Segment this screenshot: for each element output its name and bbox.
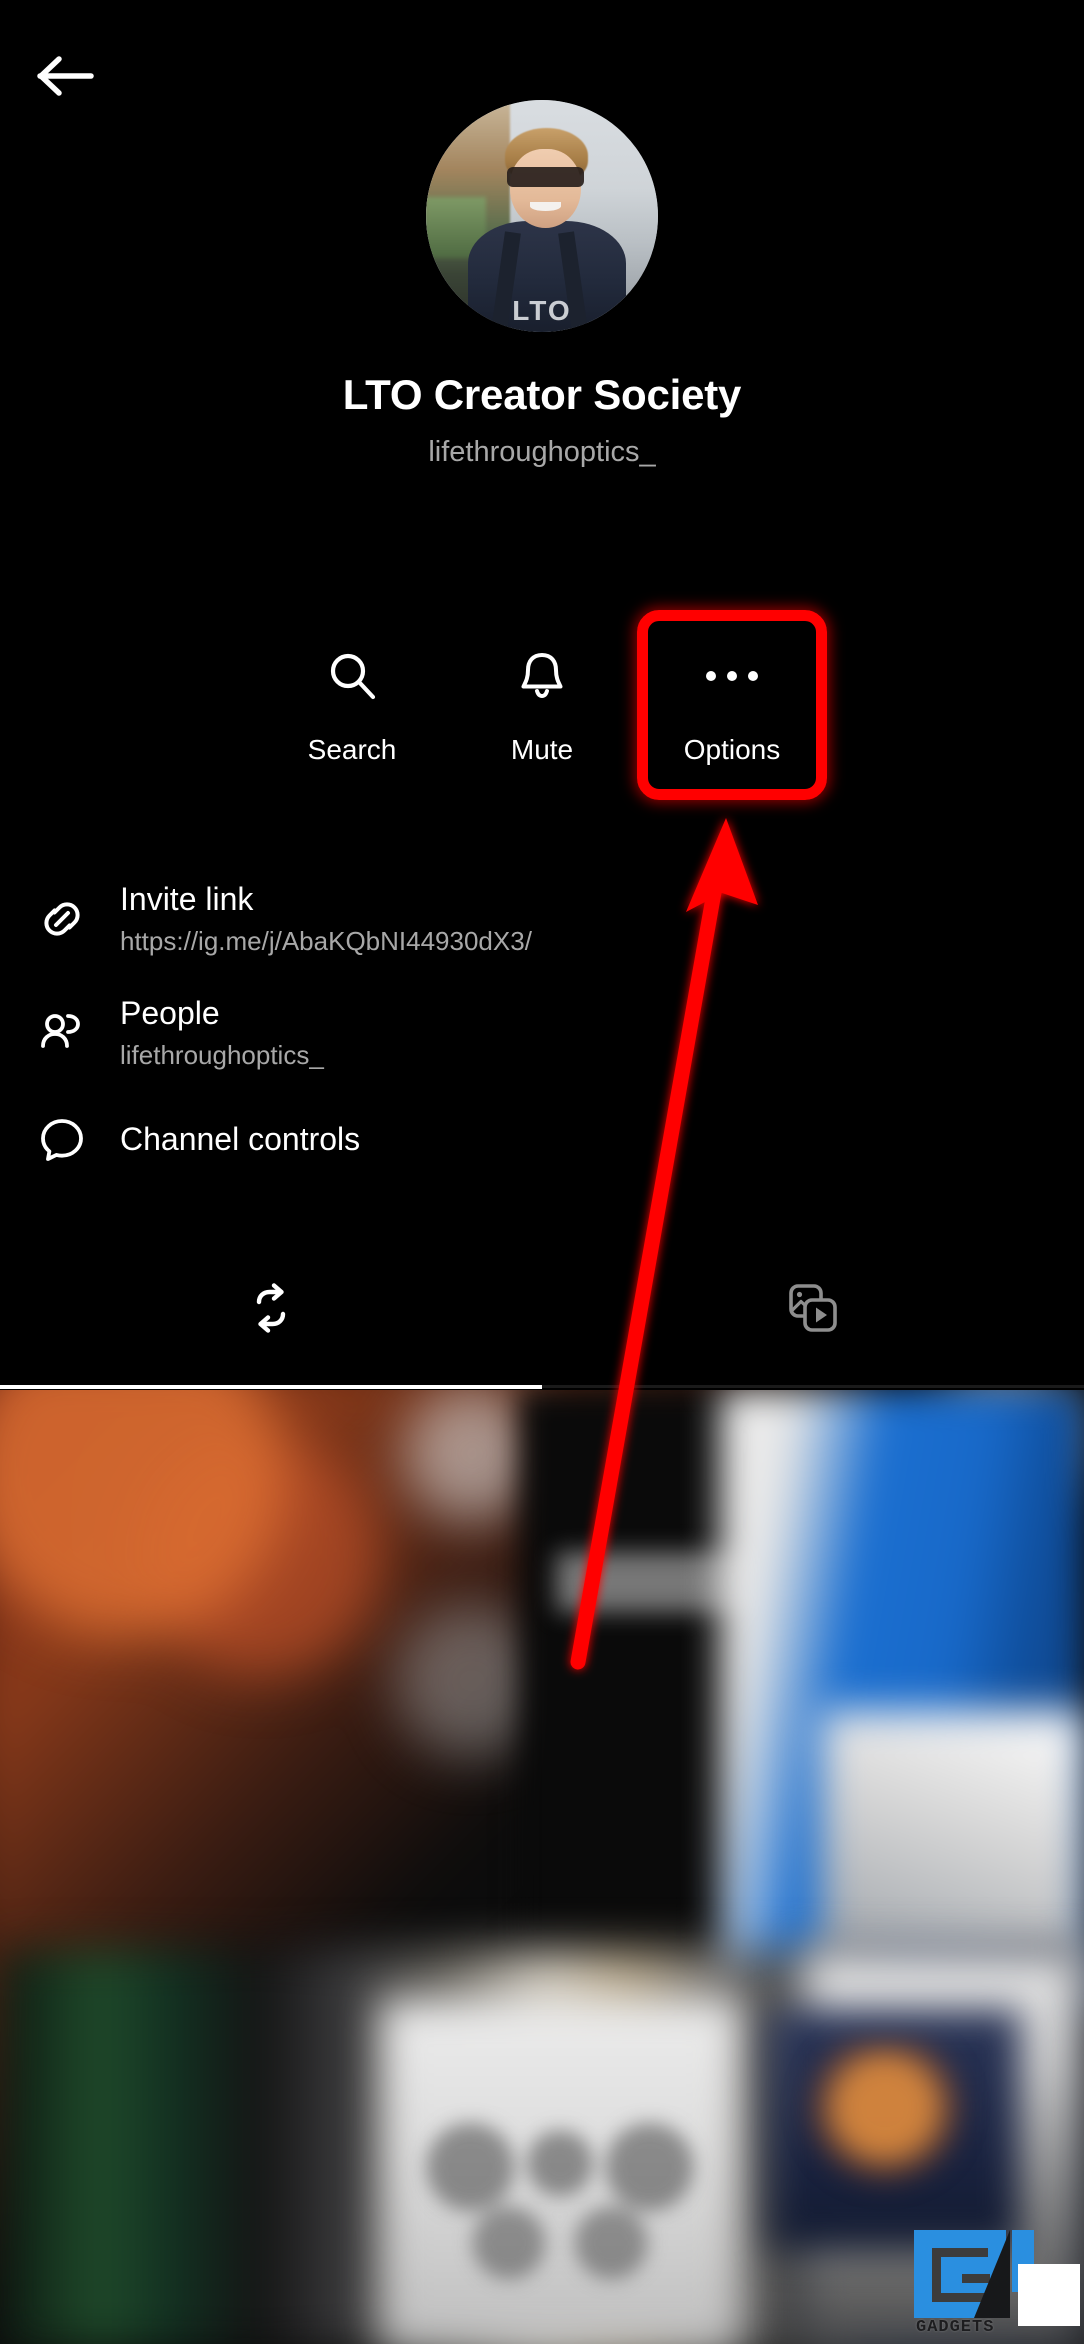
mute-label: Mute: [510, 734, 574, 765]
watermark-logo: GADGETS: [900, 2218, 1080, 2338]
tab-active-indicator: [0, 1385, 542, 1389]
feed-white-shape-pattern: [400, 2110, 720, 2300]
invite-link-value: https://ig.me/j/AbaKQbNI44930dX3/: [120, 926, 532, 957]
profile-handle: lifethroughoptics_: [428, 436, 656, 469]
search-label: Search: [307, 734, 397, 765]
watermark-g-bar: [962, 2274, 990, 2283]
tab-reposts[interactable]: [0, 1250, 542, 1370]
menu-item-title: Channel controls: [120, 1120, 361, 1157]
menu-item-channel-controls[interactable]: Channel controls: [0, 1089, 1084, 1189]
watermark-text: GADGETS: [916, 2318, 995, 2337]
menu-item-title: People: [120, 994, 220, 1031]
watermark-white-block: [1018, 2264, 1080, 2326]
search-button[interactable]: Search: [257, 610, 447, 800]
profile-header: LTO LTO Creator Society lifethroughoptic…: [0, 100, 1084, 469]
options-label: Options: [683, 734, 781, 765]
media-photo-video-icon: [782, 1277, 844, 1344]
menu-item-people[interactable]: People lifethroughoptics_: [0, 976, 1084, 1090]
menu-item-invite-link[interactable]: Invite link https://ig.me/j/AbaKQbNI4493…: [0, 862, 1084, 976]
action-row: Search Mute Options: [0, 610, 1084, 800]
avatar-shirt-text: LTO: [512, 295, 572, 327]
bell-icon: [514, 644, 570, 708]
avatar-face: [509, 148, 582, 228]
link-icon: [34, 891, 120, 947]
people-icon: [34, 1004, 120, 1060]
arrow-left-icon: [37, 54, 95, 98]
page-title: LTO Creator Society: [342, 371, 742, 418]
repost-icon: [240, 1277, 302, 1344]
menu-item-title: Invite link: [120, 881, 254, 917]
chat-bubble-icon: [34, 1111, 120, 1167]
avatar-sunglasses: [507, 167, 584, 187]
search-icon: [324, 644, 380, 708]
tab-bar: [0, 1250, 1084, 1370]
feed-right-crest: [800, 2040, 970, 2190]
more-dots-icon: [706, 644, 758, 708]
blurred-feed-preview: [0, 1390, 1084, 2344]
details-menu: Invite link https://ig.me/j/AbaKQbNI4493…: [0, 862, 1084, 1189]
tab-media[interactable]: [542, 1250, 1084, 1370]
avatar[interactable]: LTO: [426, 100, 658, 332]
options-button[interactable]: Options: [637, 610, 827, 800]
mute-button[interactable]: Mute: [447, 610, 637, 800]
app-screen: LTO LTO Creator Society lifethroughoptic…: [0, 0, 1084, 2344]
people-value: lifethroughoptics_: [120, 1039, 324, 1070]
